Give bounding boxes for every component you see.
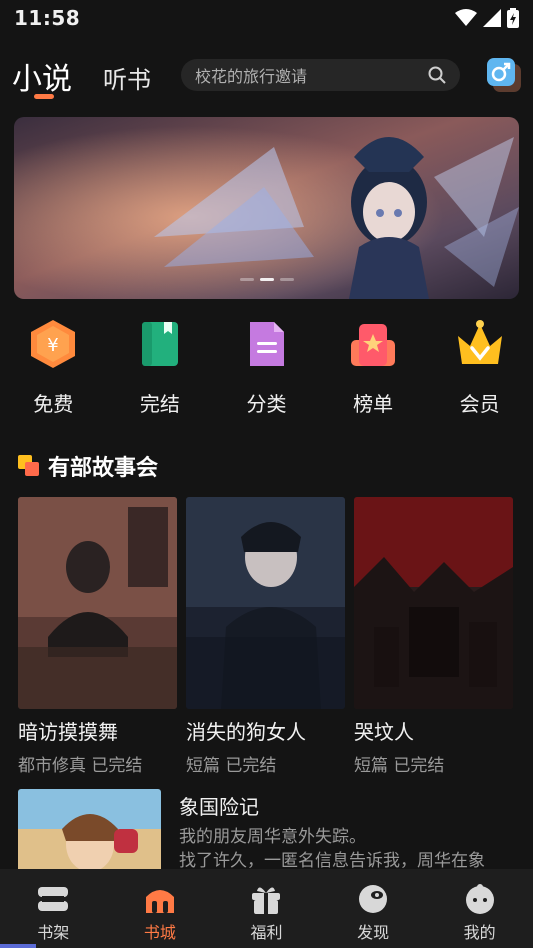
book-cover bbox=[18, 789, 161, 869]
search-icon[interactable] bbox=[428, 66, 446, 84]
system-icons bbox=[455, 8, 519, 28]
quick-action-category[interactable]: 分类 bbox=[213, 318, 320, 418]
yuan-hexagon-icon: ¥ bbox=[31, 320, 76, 368]
profile-icon bbox=[465, 884, 494, 914]
search-bar[interactable]: 校花的旅行邀请 bbox=[181, 59, 460, 91]
banner-dot[interactable] bbox=[279, 278, 294, 281]
crown-icon bbox=[457, 320, 502, 364]
book-grid: 暗访摸摸舞 都市修真 已完结 消失的狗女人 短篇 已完结 哭坟人 短篇 已完结 bbox=[18, 497, 513, 776]
book-title: 暗访摸摸舞 bbox=[18, 720, 118, 744]
book-icon bbox=[141, 322, 178, 366]
document-icon bbox=[250, 322, 285, 366]
book-title: 哭坟人 bbox=[354, 720, 414, 744]
book-title: 象国险记 bbox=[179, 795, 259, 819]
promo-banner[interactable] bbox=[14, 117, 519, 299]
nav-label: 书架 bbox=[37, 923, 70, 942]
quick-actions: ¥ 免费 完结 分类 榜单 会员 bbox=[0, 318, 533, 418]
book-list-item[interactable]: 象国险记 我的朋友周华意外失踪。 找了许久，一匿名信息告诉我，周华在象 bbox=[18, 789, 533, 869]
banner-pagination bbox=[14, 278, 519, 281]
book-description: 我的朋友周华意外失踪。 找了许久，一匿名信息告诉我，周华在象 bbox=[179, 827, 485, 869]
nav-label: 我的 bbox=[463, 923, 496, 942]
book-title: 消失的狗女人 bbox=[186, 720, 306, 744]
tab-active-indicator bbox=[34, 94, 54, 99]
book-meta: 短篇 已完结 bbox=[186, 756, 277, 776]
book-cover bbox=[186, 497, 345, 709]
nav-discover[interactable]: 发现 bbox=[320, 869, 427, 948]
tab-audiobook[interactable]: 听书 bbox=[103, 60, 151, 95]
quick-action-label: 完结 bbox=[139, 392, 180, 416]
nav-label: 书城 bbox=[143, 923, 176, 942]
book-meta: 都市修真 已完结 bbox=[18, 756, 143, 776]
gift-icon bbox=[252, 887, 281, 914]
book-card[interactable]: 消失的狗女人 短篇 已完结 bbox=[186, 497, 345, 776]
status-time: 11:58 bbox=[14, 6, 81, 30]
quick-action-label: 会员 bbox=[459, 392, 500, 416]
bookshelf-icon bbox=[38, 887, 69, 911]
battery-icon bbox=[507, 8, 519, 28]
book-card[interactable]: 暗访摸摸舞 都市修真 已完结 bbox=[18, 497, 177, 776]
status-bar: 11:58 bbox=[0, 0, 533, 36]
discover-icon bbox=[359, 885, 388, 913]
quick-action-label: 榜单 bbox=[353, 392, 394, 416]
banner-dot[interactable] bbox=[239, 278, 254, 281]
wifi-icon bbox=[455, 9, 477, 26]
quick-action-label: 分类 bbox=[246, 392, 287, 416]
quick-action-free[interactable]: ¥ 免费 bbox=[0, 318, 107, 418]
quick-action-ranking[interactable]: 榜单 bbox=[320, 318, 427, 418]
nav-profile[interactable]: 我的 bbox=[426, 869, 533, 948]
quick-action-label: 免费 bbox=[33, 392, 74, 416]
top-header: 小说 听书 校花的旅行邀请 bbox=[0, 48, 533, 104]
quick-action-completed[interactable]: 完结 bbox=[107, 318, 214, 418]
signal-icon bbox=[483, 9, 501, 27]
tab-novel[interactable]: 小说 bbox=[12, 54, 72, 98]
book-meta: 短篇 已完结 bbox=[354, 756, 445, 776]
book-cover bbox=[354, 497, 513, 709]
search-placeholder: 校花的旅行邀请 bbox=[195, 67, 308, 86]
bottom-navigation: 书架 书城 福利 发现 我的 bbox=[0, 869, 533, 948]
ranking-icon bbox=[351, 324, 396, 366]
quick-action-membership[interactable]: 会员 bbox=[426, 318, 533, 418]
book-card[interactable]: 哭坟人 短篇 已完结 bbox=[354, 497, 513, 776]
banner-dot-active[interactable] bbox=[259, 278, 274, 281]
bookstore-icon bbox=[145, 890, 174, 913]
nav-bookstore[interactable]: 书城 bbox=[107, 869, 214, 948]
gesture-bar bbox=[0, 944, 36, 948]
svg-text:¥: ¥ bbox=[48, 335, 59, 356]
section-icon bbox=[18, 455, 39, 476]
banner-artwork bbox=[14, 117, 519, 299]
nav-rewards[interactable]: 福利 bbox=[213, 869, 320, 948]
book-cover bbox=[18, 497, 177, 709]
section-title: 有部故事会 bbox=[48, 456, 159, 481]
nav-bookshelf[interactable]: 书架 bbox=[0, 869, 107, 948]
section-header: 有部故事会 bbox=[18, 450, 158, 482]
nav-label: 福利 bbox=[250, 923, 283, 942]
gender-switch-icon[interactable] bbox=[487, 58, 521, 92]
nav-label: 发现 bbox=[357, 923, 390, 942]
